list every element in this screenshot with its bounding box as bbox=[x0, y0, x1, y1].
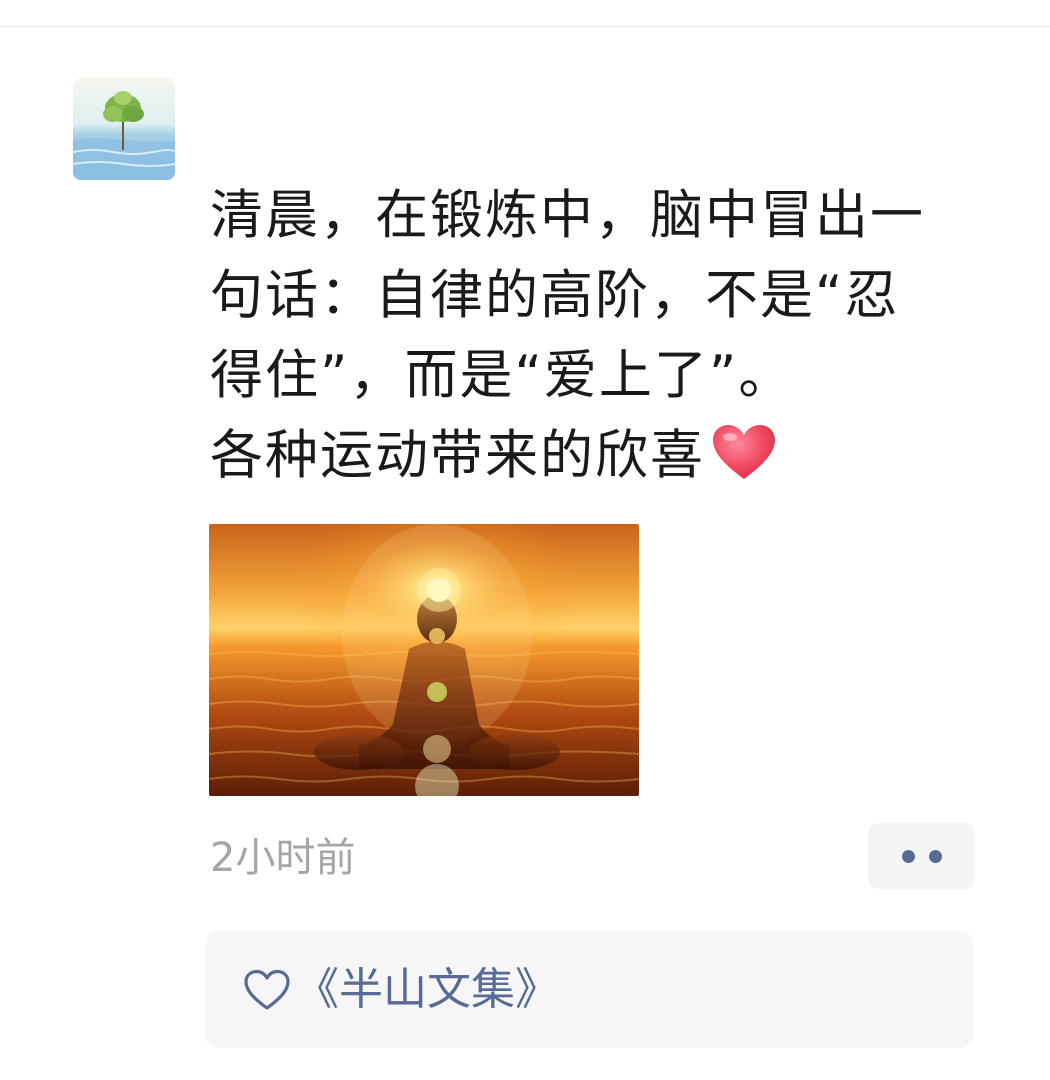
meditation-sunset-image bbox=[209, 524, 639, 796]
post-text-line: 得住”，而是“爱上了”。 bbox=[210, 345, 794, 406]
red-heart-emoji-icon bbox=[711, 423, 777, 504]
post-text-line: 句话：自律的高阶，不是“忍 bbox=[210, 265, 900, 326]
post-text: 清晨，在锻炼中，脑中冒出一 句话：自律的高阶，不是“忍 得住”，而是“爱上了”。… bbox=[210, 176, 990, 504]
post-timestamp: 2小时前 bbox=[210, 835, 356, 881]
more-actions-button[interactable] bbox=[868, 823, 975, 889]
more-dot-icon bbox=[901, 849, 915, 863]
moments-post-page: 清晨，在锻炼中，脑中冒出一 句话：自律的高阶，不是“忍 得住”，而是“爱上了”。… bbox=[0, 0, 1050, 1080]
likes-panel: 《半山文集》 bbox=[205, 931, 973, 1048]
tree-avatar-icon bbox=[73, 78, 175, 180]
post-photo[interactable] bbox=[209, 524, 639, 796]
liker-name-link[interactable]: 《半山文集》 bbox=[295, 960, 559, 1020]
heart-outline-icon bbox=[243, 967, 293, 1013]
top-divider bbox=[0, 26, 1050, 27]
author-avatar[interactable] bbox=[73, 78, 175, 180]
more-dot-icon bbox=[928, 849, 942, 863]
post-text-line: 清晨，在锻炼中，脑中冒出一 bbox=[210, 185, 925, 246]
post-text-line: 各种运动带来的欣喜 bbox=[210, 425, 705, 486]
post-text-line-last: 各种运动带来的欣喜 bbox=[210, 416, 990, 504]
